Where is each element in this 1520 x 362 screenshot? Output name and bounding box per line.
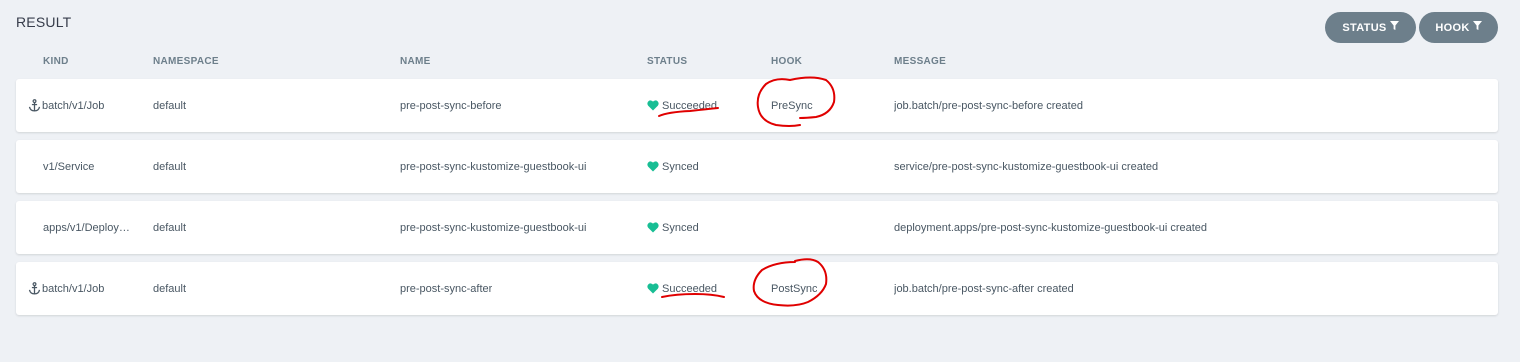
hook-cell: PostSync	[771, 282, 818, 295]
header-status: STATUS	[647, 56, 688, 67]
status-filter-button[interactable]: STATUS	[1325, 12, 1416, 43]
namespace-cell: default	[153, 221, 187, 234]
kind-cell: batch/v1/Job	[28, 79, 148, 132]
name-cell: pre-post-sync-kustomize-guestbook-ui	[400, 221, 587, 234]
anchor-icon	[28, 282, 41, 295]
kind-cell: batch/v1/Job	[28, 262, 148, 315]
status-text: Succeeded	[662, 99, 718, 112]
hook-filter-button[interactable]: HOOK	[1419, 12, 1498, 43]
hook-filter-label: HOOK	[1435, 21, 1470, 34]
message-cell: job.batch/pre-post-sync-after created	[894, 282, 1074, 295]
anchor-icon	[28, 99, 41, 112]
filter-icon	[1472, 21, 1482, 30]
heart-icon	[647, 161, 659, 172]
table-row[interactable]: batch/v1/Job default pre-post-sync-befor…	[16, 79, 1498, 132]
namespace-cell: default	[153, 282, 187, 295]
status-text: Synced	[662, 221, 699, 234]
status-text: Succeeded	[662, 282, 718, 295]
status-cell: Succeeded	[647, 262, 717, 315]
name-cell: pre-post-sync-after	[400, 282, 493, 295]
filter-icon	[1389, 21, 1399, 30]
header-namespace: NAMESPACE	[153, 56, 219, 67]
status-cell: Synced	[647, 201, 699, 254]
status-text: Synced	[662, 160, 699, 173]
header-kind: KIND	[43, 56, 69, 67]
page-title: RESULT	[16, 14, 72, 30]
table-row[interactable]: batch/v1/Job default pre-post-sync-after…	[16, 262, 1498, 315]
header-name: NAME	[400, 56, 431, 67]
kind-text: apps/v1/Deploy…	[43, 221, 130, 234]
status-filter-label: STATUS	[1342, 21, 1387, 34]
message-cell: job.batch/pre-post-sync-before created	[894, 99, 1083, 112]
status-cell: Succeeded	[647, 79, 717, 132]
kind-text: batch/v1/Job	[42, 282, 105, 295]
hook-cell: PreSync	[771, 99, 813, 112]
kind-cell: v1/Service	[43, 140, 138, 193]
name-cell: pre-post-sync-kustomize-guestbook-ui	[400, 160, 587, 173]
heart-icon	[647, 100, 659, 111]
kind-cell: apps/v1/Deploy…	[43, 201, 138, 254]
namespace-cell: default	[153, 99, 187, 112]
header-hook: HOOK	[771, 56, 803, 67]
name-cell: pre-post-sync-before	[400, 99, 502, 112]
heart-icon	[647, 283, 659, 294]
status-cell: Synced	[647, 140, 699, 193]
table-header: KIND NAMESPACE NAME STATUS HOOK MESSAGE	[16, 56, 1498, 70]
kind-text: batch/v1/Job	[42, 99, 105, 112]
heart-icon	[647, 222, 659, 233]
message-cell: deployment.apps/pre-post-sync-kustomize-…	[894, 221, 1208, 234]
table-row[interactable]: v1/Service default pre-post-sync-kustomi…	[16, 140, 1498, 193]
table-row[interactable]: apps/v1/Deploy… default pre-post-sync-ku…	[16, 201, 1498, 254]
kind-text: v1/Service	[43, 160, 95, 173]
message-cell: service/pre-post-sync-kustomize-guestboo…	[894, 160, 1159, 173]
namespace-cell: default	[153, 160, 187, 173]
header-message: MESSAGE	[894, 56, 947, 67]
